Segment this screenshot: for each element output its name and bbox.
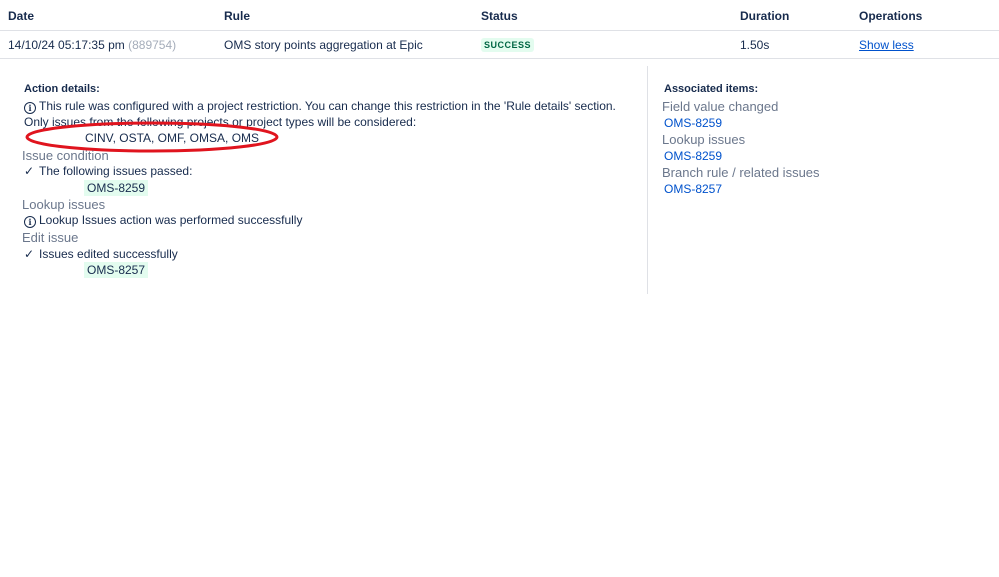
show-less-link[interactable]: Show less [859,38,914,52]
info-icon: i [24,102,36,114]
lookup-issues-text: Lookup Issues action was performed succe… [39,213,303,227]
assoc-group-title: Lookup issues [662,132,746,147]
lookup-issues-message: i Lookup Issues action was performed succ… [24,212,302,228]
table-row: 14/10/24 05:17:35 pm (889754) OMS story … [0,31,999,59]
details-panel: Action details: i This rule was configure… [0,59,999,299]
assoc-issue-link[interactable]: OMS-8259 [664,149,722,163]
edit-issue-text: Issues edited successfully [39,247,178,261]
header-status[interactable]: Status [481,9,518,23]
restriction-text: This rule was configured with a project … [24,99,616,129]
action-details-label: Action details: [24,83,100,95]
header-date[interactable]: Date [8,9,34,23]
edit-issue-message: ✓ Issues edited successfully [24,246,178,262]
header-duration[interactable]: Duration [740,9,789,23]
issue-condition-title: Issue condition [22,148,109,163]
row-duration: 1.50s [740,38,770,52]
row-date: 14/10/24 05:17:35 pm [8,38,125,52]
project-list: CINV, OSTA, OMF, OMSA, OMS [85,131,260,145]
assoc-group-title: Branch rule / related issues [662,165,820,180]
row-date-cell: 14/10/24 05:17:35 pm (889754) [8,38,176,52]
assoc-group-title: Field value changed [662,99,779,114]
associated-items-label: Associated items: [664,83,759,95]
info-icon: i [24,216,36,228]
status-badge: SUCCESS [481,38,535,52]
row-status-cell: SUCCESS [481,38,535,53]
check-icon: ✓ [24,164,35,178]
assoc-issue-link[interactable]: OMS-8257 [664,182,722,196]
assoc-issue-link[interactable]: OMS-8259 [664,116,722,130]
issue-condition-issue[interactable]: OMS-8259 [84,180,149,196]
lookup-issues-title: Lookup issues [22,197,106,212]
header-operations[interactable]: Operations [859,9,922,23]
issue-condition-message: ✓ The following issues passed: [24,163,192,179]
panel-divider [647,66,648,294]
header-rule[interactable]: Rule [224,9,250,23]
row-id: (889754) [128,38,177,52]
issue-condition-text: The following issues passed: [39,164,193,178]
restriction-message: i This rule was configured with a project… [24,98,624,130]
edit-issue-issue[interactable]: OMS-8257 [84,262,149,278]
table-header: Date Rule Status Duration Operations [0,0,999,31]
row-rule-name: OMS story points aggregation at Epic [224,38,423,52]
edit-issue-title: Edit issue [22,230,79,245]
audit-log-page: Date Rule Status Duration Operations 14/… [0,0,999,577]
check-icon: ✓ [24,247,35,261]
